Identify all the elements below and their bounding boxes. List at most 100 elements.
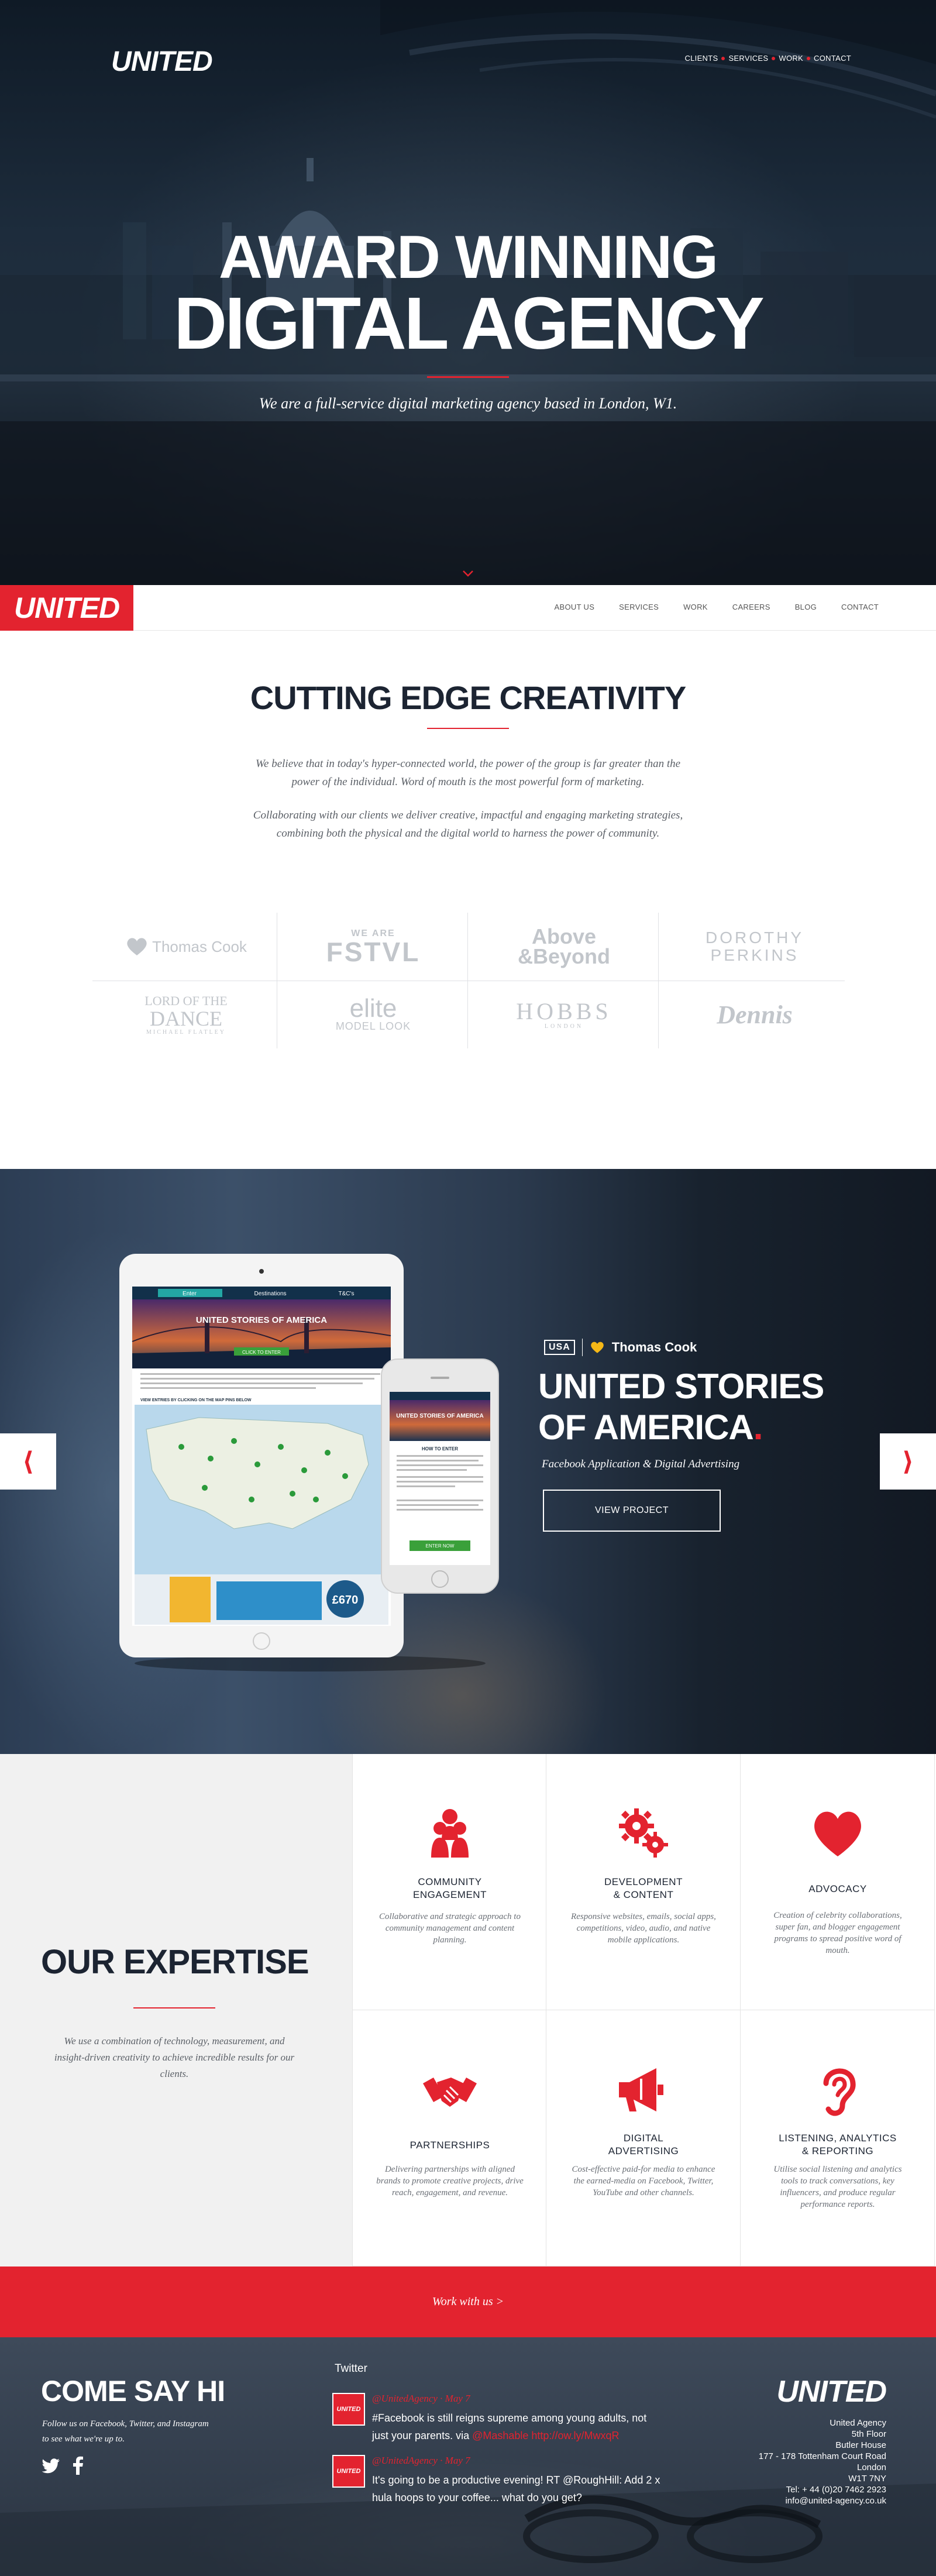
client-logo-hobbs: HOBBS LONDON [516,998,612,1030]
work-with-us-link[interactable]: Work with us > [432,2295,504,2309]
tweet-text: It's going to be a productive evening! R… [372,2474,660,2503]
nav-about-us[interactable]: ABOUT US [555,603,595,611]
client-logo-dennis: Dennis [717,1000,793,1029]
expertise-title: OUR EXPERTISE [41,1943,309,1981]
navbar-links: ABOUT US SERVICES WORK CAREERS BLOG CONT… [555,603,879,611]
hero-divider [427,376,509,378]
mockup-headline: UNITED STORIES OF AMERICA [196,1315,327,1325]
brand-divider [581,1339,583,1356]
expertise-item-desc: Collaborative and strategic approach to … [379,1912,521,1945]
nav-careers[interactable]: CAREERS [732,603,770,611]
tweet-item[interactable]: UNITED @UnitedAgency · May 7 #Facebook i… [332,2393,683,2446]
main-navbar: UNITED ABOUT US SERVICES WORK CAREERS BL… [0,585,936,631]
twitter-heading: Twitter [335,2362,367,2375]
case-study-section: Enter Destinations T&C's UNITED STORIES … [0,1169,936,1754]
client-logo-above-beyond: Above &Beyond [517,924,610,968]
navbar-logo[interactable]: UNITED [0,585,133,631]
carousel-prev-button[interactable]: ⟨ [0,1433,56,1490]
view-project-button[interactable]: VIEW PROJECT [543,1490,721,1532]
mockup-map-caption: VIEW ENTRIES BY CLICKING ON THE MAP PINS… [140,1398,252,1402]
expertise-item-desc: Utilise social listening and analytics t… [773,2165,902,2209]
carousel-next-button[interactable]: ⟩ [880,1433,936,1490]
facebook-icon[interactable] [69,2456,88,2475]
footer-logo[interactable]: UNITED [776,2374,887,2409]
case-title-line1: UNITED STORIES [538,1367,824,1406]
hero-nav-services[interactable]: SERVICES [728,54,768,63]
creativity-paragraph-1: We believe that in today's hyper-connect… [205,755,731,791]
client-logo-lord-of-the-dance: LORD OF THE DANCE MICHAEL FLATLEY [144,993,228,1036]
client-logo-grid: Thomas Cook WE ARE FSTVL Above &Beyond D… [92,913,845,1048]
tweet-text: #Facebook is still reigns supreme among … [372,2412,647,2441]
nav-contact[interactable]: CONTACT [841,603,879,611]
nav-work[interactable]: WORK [683,603,708,611]
expertise-item-title: COMMUNITY ENGAGEMENT [413,1876,487,1900]
phone-heading: HOW TO ENTER [422,1446,458,1452]
client-logo-thomas-cook: Thomas Cook [92,913,280,981]
nav-blog[interactable]: BLOG [795,603,817,611]
expertise-item-desc: Cost-effective paid-for media to enhance… [572,2165,715,2197]
hero-nav-work[interactable]: WORK [779,54,803,63]
handshake-icon [423,2078,477,2107]
mockup-tab: T&C's [339,1291,355,1297]
mockup-price: £670 [332,1594,359,1607]
heart-icon [127,938,147,955]
paragraph-line: Collaborating with our clients we delive… [253,809,683,821]
mockup-tab: Enter [183,1291,197,1297]
tweet-link[interactable]: @Mashable http://ow.ly/MwxqR [472,2430,619,2441]
scroll-down-chevron-icon[interactable] [461,566,475,580]
tweet-handle[interactable]: @UnitedAgency · May 7 [372,2455,470,2467]
expertise-item-desc: Delivering partnerships with aligned bra… [376,2165,524,2197]
mockup-cta: CLICK TO ENTER [242,1350,281,1355]
case-brand-logos: USA Thomas Cook [544,1339,697,1356]
work-with-us-banner[interactable]: Work with us > [0,2267,936,2337]
paragraph-line: power of the individual. Word of mouth i… [291,776,645,788]
ear-icon [823,2068,856,2116]
chevron-right-icon: ⟩ [901,1447,914,1476]
expertise-item-advocacy[interactable]: ADVOCACY Creation of celebrity collabora… [741,1754,935,2010]
nav-services[interactable]: SERVICES [619,603,659,611]
expertise-grid: COMMUNITY ENGAGEMENT Collaborative and st… [352,1754,936,2267]
footer-email[interactable]: info@united-agency.co.uk [759,2495,886,2506]
paragraph-line: We believe that in today's hyper-connect… [255,758,681,770]
hero-title-line1: AWARD WINNING [218,223,718,291]
client-logo-dorothy-perkins: DOROTHY PERKINS [706,928,804,964]
paragraph-line: combining both the physical and the digi… [276,827,660,840]
chevron-left-icon: ⟨ [22,1447,35,1476]
expertise-item-title: LISTENING, ANALYTICS & REPORTING [779,2133,897,2157]
expertise-description: We use a combination of technology, meas… [54,2035,295,2079]
hero-title-line2: DIGITAL AGENCY [174,282,765,364]
nav-separator-dot [772,56,776,60]
client-logo-fstvl: WE ARE FSTVL [326,928,421,967]
hero-nav-contact[interactable]: CONTACT [814,54,851,63]
creativity-paragraph-2: Collaborating with our clients we delive… [205,806,731,842]
case-study-subtitle: Facebook Application & Digital Advertisi… [542,1458,740,1470]
footer-phone[interactable]: Tel: + 44 (0)20 7462 2923 [759,2484,886,2495]
client-logo-elite: elite MODEL LOOK [335,993,411,1032]
footer-address: United Agency 5th Floor Butler House 177… [758,2418,886,2506]
nav-separator-dot [807,56,811,60]
expertise-item-title: ADVOCACY [808,1883,867,1894]
megaphone-icon [619,2068,663,2111]
tweet-handle[interactable]: @UnitedAgency · May 7 [372,2393,470,2405]
expertise-item-development[interactable]: DEVELOPMENT & CONTENT Responsive websites… [546,1754,741,2010]
hero-nav-clients[interactable]: CLIENTS [684,54,718,63]
hero-logo[interactable]: UNITED [111,46,213,78]
expertise-item-digital-advertising[interactable]: DIGITAL ADVERTISING Cost-effective paid-f… [546,2010,741,2267]
brand-thomas-cook: Thomas Cook [611,1340,697,1354]
case-title-dot: . [753,1408,763,1447]
expertise-item-community[interactable]: COMMUNITY ENGAGEMENT Collaborative and st… [352,1754,546,2010]
expertise-item-partnerships[interactable]: PARTNERSHIPS Delivering partnerships wit… [352,2010,546,2267]
expertise-item-title: DIGITAL ADVERTISING [608,2133,679,2157]
mockup-tab: Destinations [254,1291,286,1297]
creativity-divider [427,728,509,729]
expertise-intro-panel [0,1754,352,2267]
expertise-item-title: PARTNERSHIPS [410,2140,490,2151]
phone-button: ENTER NOW [426,1543,455,1549]
twitter-icon[interactable] [42,2456,61,2475]
expertise-item-listening[interactable]: LISTENING, ANALYTICS & REPORTING Utilise … [741,2010,935,2267]
hero-subtitle: We are a full-service digital marketing … [259,395,677,412]
expertise-item-desc: Responsive websites, emails, social apps… [571,1912,716,1945]
creativity-title: CUTTING EDGE CREATIVITY [250,679,686,716]
case-title-line2: OF AMERICA [538,1408,754,1447]
tweet-item[interactable]: UNITED @UnitedAgency · May 7 It's going … [332,2455,683,2508]
